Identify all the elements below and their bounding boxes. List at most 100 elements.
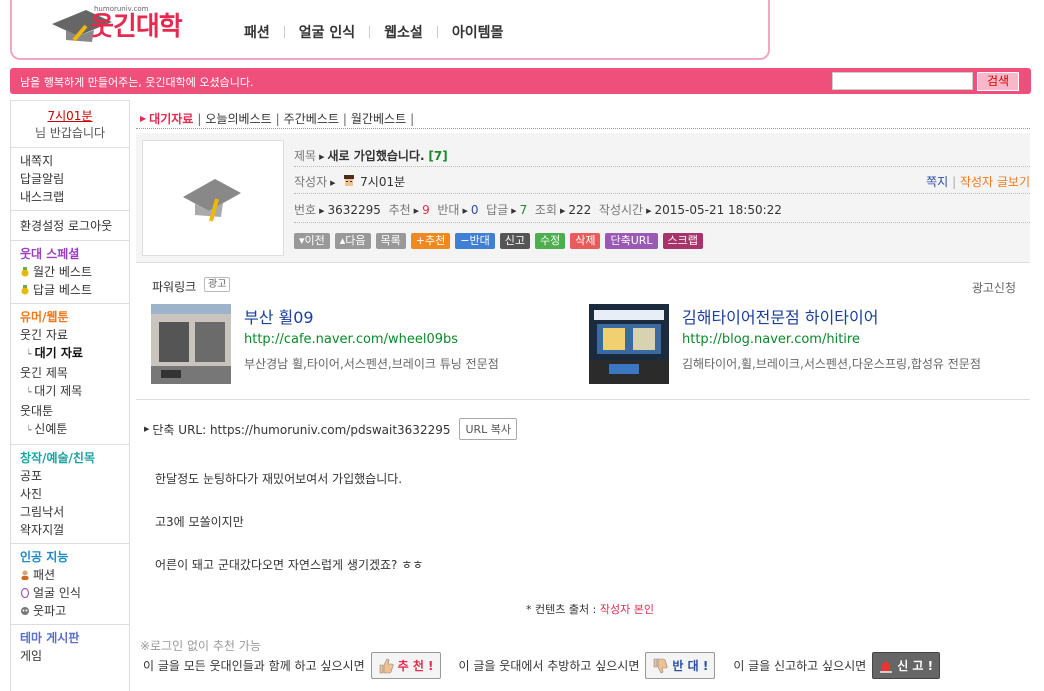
nav-fashion[interactable]: 패션 (230, 22, 284, 42)
post-thumbnail (142, 140, 284, 256)
user-nickname[interactable]: 7시01분 (11, 107, 129, 124)
sidebar-item-funny-data[interactable]: 웃긴 자료 (20, 326, 120, 344)
sidebar-item-label: 패션 (33, 568, 56, 582)
recommend-button[interactable]: 추 천 ! (370, 652, 441, 679)
ad-item[interactable]: 부산 휠09 http://cafe.naver.com/wheel09bs 부… (151, 304, 581, 384)
ad-image-wheel-shop[interactable] (151, 304, 231, 384)
section-title-theme: 테마 게시판 (20, 631, 80, 645)
tab-monthly-best[interactable]: 월간베스트 (351, 110, 406, 127)
main-nav: 패션 얼굴 인식 웹소설 아이템몰 (230, 22, 517, 42)
arrow-right-icon: ▶ (511, 207, 517, 215)
nav-web-novel[interactable]: 웹소설 (370, 22, 437, 42)
post-action-button[interactable]: 삭제 (570, 233, 601, 249)
nav-face-recognition[interactable]: 얼굴 인식 (285, 22, 369, 42)
post-action-button[interactable]: 스크랩 (662, 233, 703, 249)
short-url[interactable]: 단축 URL: https://humoruniv.com/pdswait363… (152, 421, 450, 438)
reco-label: 추천 (388, 203, 411, 217)
sidebar-item-doodle[interactable]: 그림낙서 (20, 503, 120, 521)
sidebar-item-chatter[interactable]: 왁자지껄 (20, 521, 120, 539)
post-action-button[interactable]: 수정 (534, 233, 566, 249)
thumbs-up-icon (379, 658, 394, 673)
sidebar-item-messages[interactable]: 내쪽지 (20, 152, 120, 170)
url-copy-button[interactable]: URL 복사 (459, 418, 518, 440)
board-tabs: ▶ 대기자료 | 오늘의베스트 | 주간베스트 | 월간베스트 | (140, 110, 418, 127)
tab-weekly-best[interactable]: 주간베스트 (284, 110, 339, 127)
sidebar-item-waiting-title[interactable]: 대기 제목 (20, 382, 120, 402)
tab-today-best[interactable]: 오늘의베스트 (205, 110, 271, 127)
nav-item-mall[interactable]: 아이템몰 (438, 22, 518, 42)
divider (294, 193, 1030, 194)
section-title-humor: 유머/웹툰 (20, 310, 69, 324)
post-body-line: 고3에 모쏠이지만 (155, 515, 244, 529)
logo-text[interactable]: 웃긴대학 (90, 6, 183, 43)
source-prefix: * 컨텐츠 출처 : (526, 603, 597, 616)
welcome-bar: 남을 행복하게 만들어주는, 웃긴대학에 오셨습니다. 검색 (10, 68, 1031, 94)
sidebar-item-utdae-toon[interactable]: 웃대툰 (20, 402, 120, 420)
medal-icon (21, 267, 29, 277)
link-divider: | (952, 175, 957, 189)
arrow-right-icon: ▶ (319, 153, 325, 161)
section-title-special: 웃대 스페셜 (20, 247, 80, 261)
sidebar-item-horror[interactable]: 공포 (20, 467, 120, 485)
sidebar-item-fashion[interactable]: 패션 (20, 566, 120, 584)
oppose-button[interactable]: 반 대 ! (645, 652, 716, 679)
report-button[interactable]: 신 고 ! (872, 652, 941, 679)
recommend-label: 추 천 ! (397, 659, 434, 673)
sidebar-item-waiting-data[interactable]: 대기 자료 (20, 344, 120, 364)
post-action-button[interactable]: 단축URL (605, 233, 658, 249)
post-action-button[interactable]: 신고 (499, 233, 530, 249)
arrow-right-icon: ▶ (462, 207, 468, 215)
view-count: 222 (568, 203, 592, 217)
settings-link[interactable]: 환경설정 (20, 219, 64, 233)
sidebar-item-label: 얼굴 인식 (33, 586, 81, 600)
post-action-button[interactable]: 목록 (375, 233, 406, 249)
ad-badge: 광고 (204, 277, 231, 292)
post-action-button[interactable]: ▾이전 (294, 233, 330, 249)
ad-title[interactable]: 부산 휠09 (244, 304, 314, 328)
sidebar-item-game[interactable]: 게임 (20, 647, 120, 665)
ad-url[interactable]: http://cafe.naver.com/wheel09bs (244, 332, 458, 347)
sidebar-item-my-scrap[interactable]: 내스크랩 (20, 188, 120, 206)
sidebar-item-new-toon[interactable]: 신예툰 (20, 420, 120, 440)
send-message-link[interactable]: 쪽지 (926, 175, 948, 189)
post-author[interactable]: 7시01분 (360, 175, 405, 189)
divider (294, 222, 1030, 223)
author-posts-link[interactable]: 작성자 글보기 (960, 175, 1030, 189)
post-author-row: 작성자 ▶ 7시01분 쪽지 | 작성자 글보기 (294, 173, 1030, 190)
logout-link[interactable]: 로그아웃 (68, 219, 112, 233)
no-label: 번호 (294, 203, 317, 217)
sidebar-item-reply-best[interactable]: 답글 베스트 (20, 281, 120, 299)
ad-title[interactable]: 김해타이어전문점 하이타이어 (682, 304, 878, 328)
ad-description: 김해타이어,휠,브레이크,서스펜션,다운스프링,합성유 전문점 (682, 357, 981, 371)
sidebar-item-monthly-best[interactable]: 월간 베스트 (20, 263, 120, 281)
tab-waiting-data[interactable]: 대기자료 (149, 110, 193, 127)
comment-count[interactable]: [7] (428, 149, 447, 163)
oppose-prompt: 이 글을 웃대에서 추방하고 싶으시면 (458, 659, 640, 673)
sidebar-item-label: 답글 베스트 (33, 283, 93, 297)
post-action-button[interactable]: −반대 (455, 233, 495, 249)
post-action-button[interactable]: +추천 (410, 233, 451, 249)
sidebar-section-special: 웃대 스페셜 월간 베스트 답글 베스트 (11, 241, 129, 304)
ad-image-tire-shop[interactable] (589, 304, 669, 384)
reply-label: 답글 (486, 203, 509, 217)
recommend-prompt: 이 글을 모든 웃대인들과 함께 하고 싶으시면 (143, 659, 365, 673)
search-input[interactable] (832, 72, 973, 90)
sidebar-item-photo[interactable]: 사진 (20, 485, 120, 503)
ad-url[interactable]: http://blog.naver.com/hitire (682, 332, 860, 347)
account-links: 환경설정 로그아웃 (11, 211, 129, 241)
ad-item[interactable]: 김해타이어전문점 하이타이어 http://blog.naver.com/hit… (589, 304, 1019, 384)
sidebar-item-funny-title[interactable]: 웃긴 제목 (20, 364, 120, 382)
post-action-button[interactable]: ▴다음 (334, 233, 371, 249)
user-box: 7시01분 님 반갑습니다 (11, 101, 129, 148)
divider (294, 166, 1030, 167)
thumbs-down-icon (654, 658, 668, 673)
sidebar-item-face-recognition[interactable]: 얼굴 인식 (20, 584, 120, 602)
arrow-right-icon: ▶ (413, 207, 420, 215)
sidebar-section-humor: 유머/웹툰 웃긴 자료 대기 자료 웃긴 제목 대기 제목 웃대툰 신예툰 (11, 304, 129, 445)
search-button[interactable]: 검색 (977, 72, 1019, 91)
section-title-ai: 인공 지능 (20, 550, 69, 564)
view-label: 조회 (534, 203, 557, 217)
ad-apply-link[interactable]: 광고신청 (972, 279, 1016, 296)
sidebar-item-reply-alerts[interactable]: 답글알림 (20, 170, 120, 188)
medal-icon (21, 285, 29, 295)
